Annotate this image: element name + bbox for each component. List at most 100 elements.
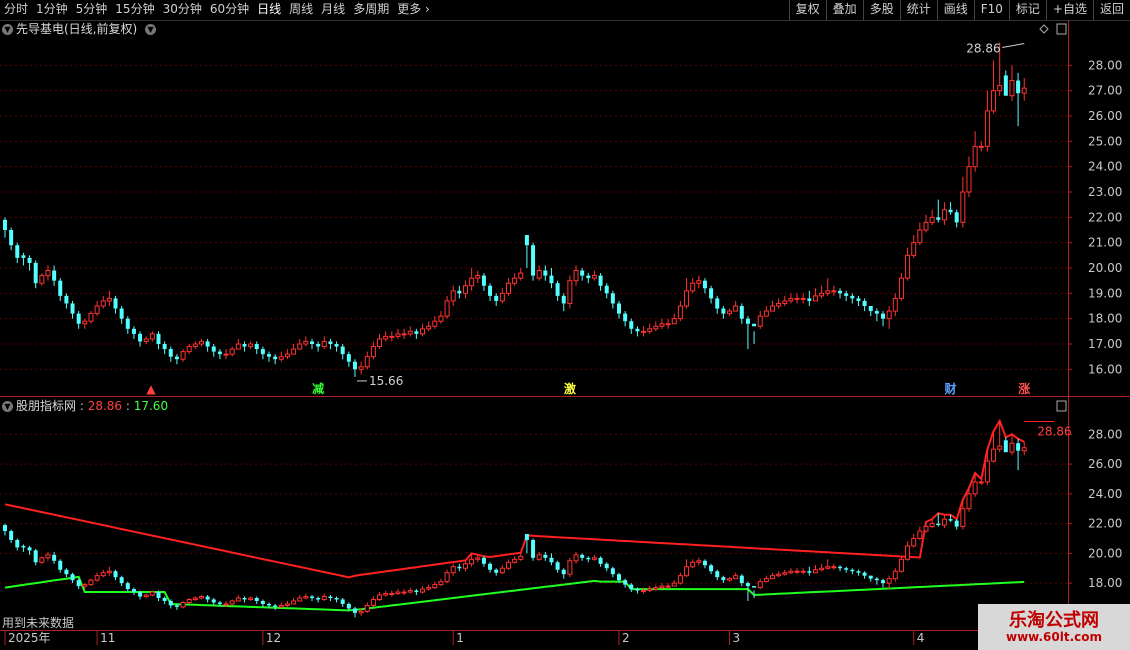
main-candle-body-down (617, 303, 621, 314)
main-candle-body-up (776, 302, 782, 307)
chevron-down-icon[interactable]: ▼ (145, 24, 157, 35)
chevron-down-icon[interactable]: ▼ (2, 401, 13, 412)
main-candle-body-up (812, 295, 818, 302)
indicator-candle-body-up (235, 597, 241, 602)
chevron-down-icon[interactable]: ▼ (2, 24, 13, 35)
main-candle-body-up (831, 290, 837, 293)
main-candle-body-up (984, 110, 990, 147)
main-candle-body-up (358, 366, 364, 370)
main-candle-body-up (432, 320, 438, 327)
indicator-candle-body-down (316, 598, 321, 600)
indicator-candle-body-up (284, 603, 290, 606)
indicator-candle-body-up (223, 603, 229, 606)
main-candle-body-down (119, 308, 124, 319)
indicator-candle-body-up (512, 558, 518, 563)
main-candle-body-up (229, 348, 235, 355)
indicator-candle-body-down (936, 523, 941, 526)
main-candle-body-up (800, 297, 806, 300)
main-tick-label: 21.00 (1088, 236, 1122, 250)
indicator-candle-body-up (782, 572, 788, 575)
indicator-candle-body-down (267, 603, 272, 606)
indicator-candle-body-up (192, 597, 198, 600)
main-candle-body-down (414, 331, 419, 334)
main-candle-body-down (52, 270, 57, 281)
indicator-candle-body-up (297, 597, 303, 602)
main-candle-body-up (923, 221, 929, 231)
indicator-candle-body-up (573, 554, 579, 562)
indicator-candle-body-down (543, 554, 548, 558)
indicator-candle-body-down (807, 571, 812, 573)
indicator-candle-body-down (604, 563, 609, 569)
indicator-candle-body-down (481, 557, 486, 564)
main-candle-body-down (217, 351, 222, 355)
indicator-candle-body-up (665, 585, 671, 588)
indicator-candle-body-up (536, 554, 542, 560)
main-candle-body-up (892, 297, 898, 312)
main-tick-label: 19.00 (1088, 286, 1122, 300)
main-candle-body-down (125, 318, 130, 329)
main-candle-body-down (580, 270, 585, 276)
indicator-candle-body-down (457, 566, 462, 569)
main-candle-body-up (499, 292, 505, 302)
main-candle-body-up (659, 323, 665, 327)
indicator-candle-body-down (76, 580, 81, 587)
kline-chart[interactable]: 16.00 17.00 18.00 19.00 20.00 21.00 22.00 23.00… (0, 0, 1130, 650)
main-candle-body-down (254, 344, 259, 350)
indicator-candle-body-down (260, 600, 265, 604)
main-candle-body-down (807, 298, 812, 301)
main-candle-body-down (346, 354, 351, 362)
indicator-candle-body-up (690, 561, 696, 568)
indicator-candle-body-up (733, 575, 739, 580)
main-candle-body-down (328, 341, 333, 344)
time-label: 2 (622, 631, 630, 645)
main-candle-body-down (64, 295, 69, 304)
stock-title: 先导基电(日线,前复权) (16, 22, 138, 36)
main-candle-body-up (641, 330, 647, 333)
indicator-candle-body-down (617, 574, 621, 581)
main-candle-body-up (991, 90, 997, 112)
main-candle-body-up (94, 305, 100, 315)
main-candle-body-up (284, 353, 290, 358)
indicator-name: 股朋指标网 (16, 399, 77, 413)
indicator-tick-label: 22.00 (1088, 517, 1122, 531)
main-candle-body-down (531, 245, 536, 276)
main-candle-body-up (407, 330, 413, 335)
indicator-candle-body-down (954, 520, 959, 527)
indicator-candle-body-down (702, 560, 707, 566)
indicator-candle-body-up (984, 460, 990, 483)
indicator-candle-body-up (929, 523, 935, 528)
indicator-candle-body-up (198, 596, 204, 599)
main-candle-body-up (763, 310, 769, 317)
main-candle-body-up (377, 338, 383, 348)
event-marker: 激 (564, 381, 576, 396)
watermark-url: www.60lt.com (1005, 630, 1103, 644)
indicator-candle-body-down (844, 568, 849, 570)
indicator-candle-body-up (794, 570, 800, 573)
main-candle-body-down (9, 230, 14, 246)
main-tick-label: 16.00 (1088, 362, 1122, 376)
indicator-value-red: 28.86 (87, 399, 123, 413)
panel-toggle-icon (1056, 400, 1067, 412)
main-candle-body-up (972, 145, 978, 168)
indicator-candle-body-down (156, 592, 161, 598)
main-candle-body-down (27, 257, 32, 263)
indicator-candle-body-up (997, 445, 1003, 450)
panel-toggle-icon (1056, 23, 1067, 35)
indicator-candle-body-down (494, 569, 499, 573)
indicator-candle-body-up (321, 596, 327, 600)
main-candle-body-down (862, 300, 867, 306)
main-candle-body-down (936, 217, 941, 220)
main-candle-body-down (844, 293, 849, 296)
indicator-candle-body-up (800, 570, 806, 573)
indicator-candle-body-down (874, 578, 879, 581)
indicator-candle-body-down (623, 580, 628, 585)
indicator-candle-body-up (229, 600, 235, 605)
main-candle-body-down (610, 293, 615, 304)
main-candle-body-up (192, 343, 198, 348)
indicator-candle-body-down (211, 599, 216, 603)
indicator-candle-body-up (591, 557, 597, 560)
min-price-label: 15.66 (369, 374, 403, 388)
indicator-candle-body-down (340, 599, 345, 604)
main-candle-body-down (629, 321, 634, 329)
main-tick-label: 24.00 (1088, 160, 1122, 174)
